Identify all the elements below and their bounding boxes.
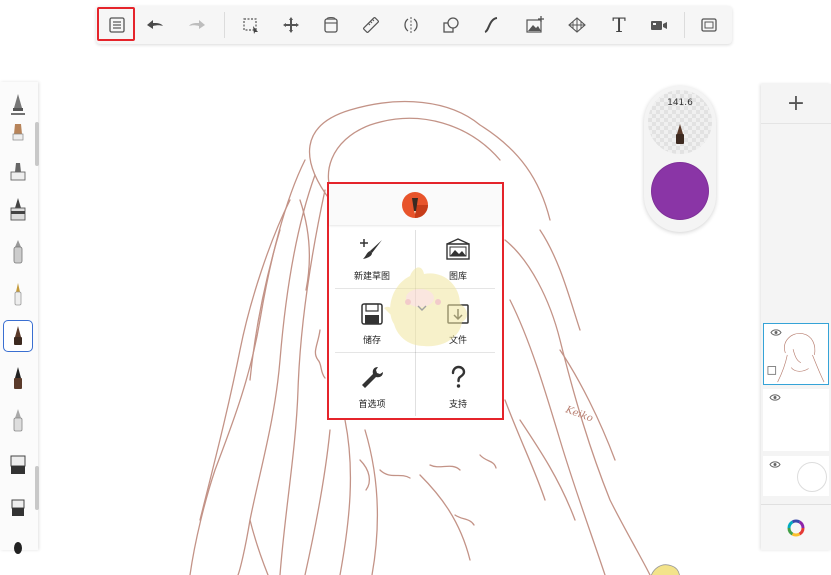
brush-palette — [0, 82, 39, 554]
layer-empty[interactable] — [763, 389, 829, 451]
timelapse-icon[interactable] — [644, 10, 674, 40]
brush-ink[interactable] — [3, 362, 33, 394]
question-icon — [451, 365, 466, 388]
menu-header — [329, 184, 501, 225]
color-wheel-button[interactable] — [761, 504, 831, 550]
perspective-icon[interactable] — [562, 10, 592, 40]
menu-preferences[interactable]: 首选项 — [329, 356, 415, 416]
brush-pen[interactable] — [3, 156, 33, 188]
layer-panel: + — [761, 84, 831, 550]
layer-thumbnail — [767, 333, 825, 383]
menu-label: 储存 — [362, 336, 381, 346]
text-icon[interactable]: T — [604, 10, 634, 40]
brush-stamp[interactable] — [3, 490, 33, 522]
palette-scrollbar[interactable] — [35, 122, 39, 166]
fill-bucket-icon[interactable] — [316, 10, 346, 40]
app-screen: Keiko T 141.6 + 新建草图 图库 储存 文件 首选项 支持 — [0, 0, 831, 575]
brush-size-control[interactable]: 141.6 — [648, 90, 712, 154]
toolbar-separator — [224, 12, 225, 38]
brush-airbrush[interactable] — [3, 236, 33, 268]
brush-round[interactable] — [3, 528, 33, 560]
layer-background[interactable] — [763, 456, 829, 496]
menu-label: 首选项 — [358, 400, 386, 410]
corner-decoration — [651, 564, 680, 575]
brush-size-value: 141.6 — [667, 98, 693, 108]
toolbar-separator — [684, 12, 685, 38]
menu-list-icon[interactable] — [102, 10, 132, 40]
selection-icon[interactable] — [236, 10, 266, 40]
symmetry-icon[interactable] — [396, 10, 426, 40]
redo-icon[interactable] — [182, 10, 212, 40]
move-icon[interactable] — [276, 10, 306, 40]
color-wheel-icon — [787, 519, 805, 536]
brush-eraser[interactable] — [3, 448, 33, 480]
palette-scrollbar-lower[interactable] — [35, 466, 39, 510]
text-tool-glyph: T — [612, 13, 626, 37]
new-sketch-icon — [360, 239, 382, 259]
gallery-icon — [446, 238, 470, 260]
brush-paint[interactable] — [3, 278, 33, 310]
plus-icon: + — [786, 91, 806, 116]
mascot-sticker — [384, 267, 468, 347]
brush-inking[interactable] — [3, 194, 33, 226]
add-layer-button[interactable]: + — [761, 84, 831, 124]
brush-puck[interactable]: 141.6 — [644, 86, 716, 232]
app-logo-icon — [402, 191, 428, 218]
undo-icon[interactable] — [140, 10, 170, 40]
menu-support[interactable]: 支持 — [415, 356, 501, 416]
layer-sketch[interactable] — [763, 323, 829, 385]
brush-smudge[interactable] — [3, 404, 33, 436]
fullscreen-icon[interactable] — [694, 10, 724, 40]
ruler-icon[interactable] — [356, 10, 386, 40]
brush-calligraphy[interactable] — [3, 320, 33, 352]
top-toolbar: T — [96, 6, 732, 44]
current-brush-icon — [676, 124, 684, 144]
curve-icon[interactable] — [476, 10, 506, 40]
brush-marker[interactable] — [3, 120, 33, 152]
menu-label: 支持 — [448, 400, 467, 410]
color-swatch[interactable] — [651, 162, 709, 220]
visibility-eye-icon[interactable] — [769, 460, 781, 469]
wrench-icon — [362, 367, 383, 388]
add-image-icon[interactable] — [520, 10, 550, 40]
brush-pencil[interactable] — [3, 88, 33, 120]
background-color-dot[interactable] — [797, 462, 827, 492]
visibility-eye-icon[interactable] — [769, 393, 781, 402]
shapes-icon[interactable] — [436, 10, 466, 40]
